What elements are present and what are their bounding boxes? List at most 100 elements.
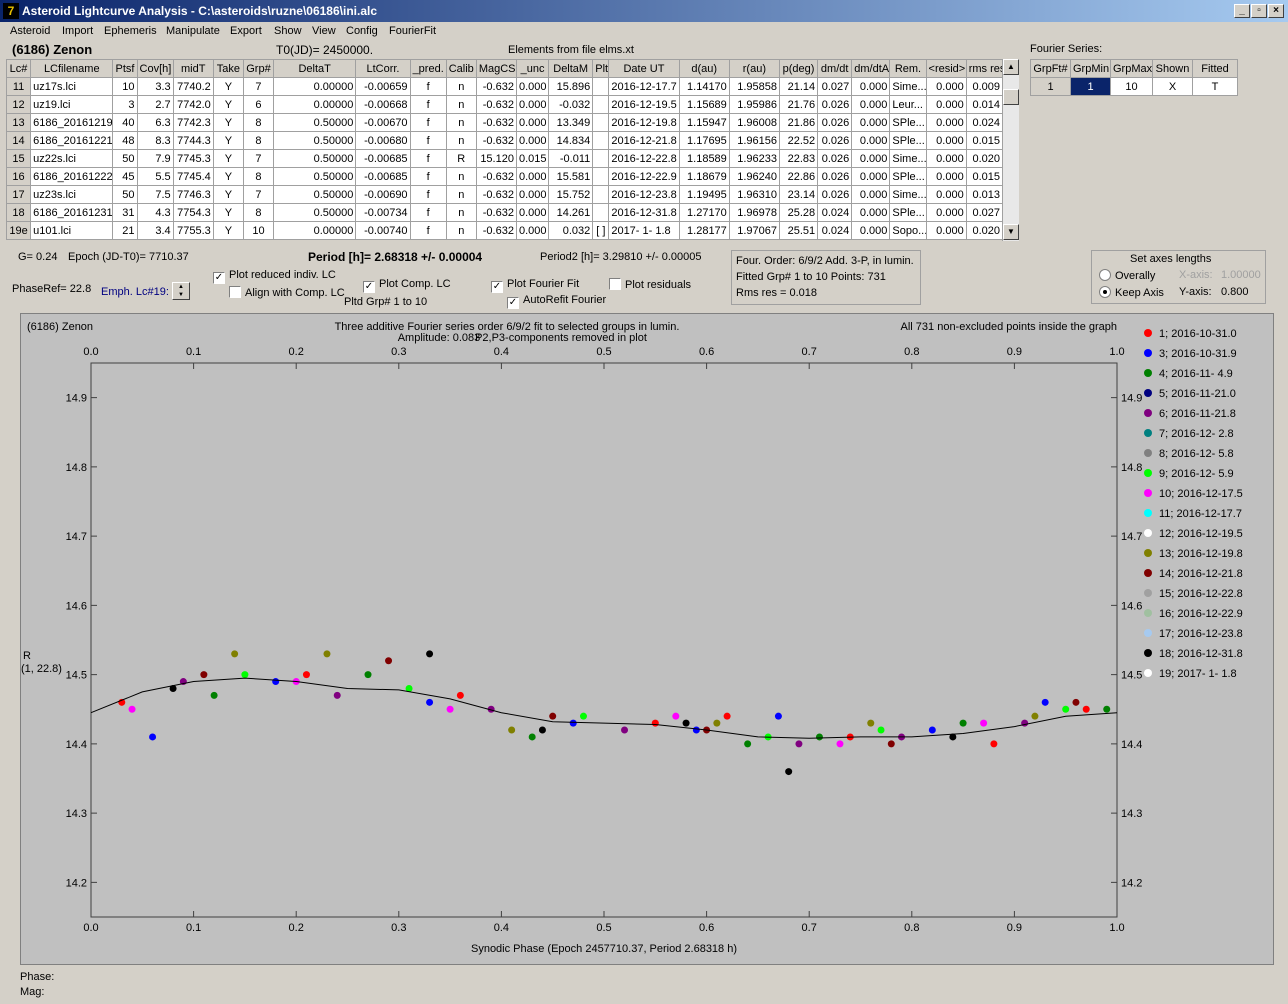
table-cell[interactable]: 0.50000 [273, 131, 357, 150]
table-cell[interactable]: 50 [112, 149, 138, 168]
table-cell[interactable]: uz22s.lci [30, 149, 114, 168]
table-cell[interactable]: 0.00000 [273, 95, 357, 114]
menu-import[interactable]: Import [62, 25, 93, 37]
table-cell[interactable]: 0.026 [817, 167, 853, 186]
lc-col-header[interactable]: d(au) [678, 59, 730, 78]
lc-col-header[interactable]: MagCS [475, 59, 517, 78]
table-cell[interactable]: 12 [5, 95, 32, 114]
table-row[interactable]: 19e u101.lci 21 3.4 7755.3 Y 10 0.00000 -0.00740… [5, 221, 1004, 240]
table-cell[interactable]: 0.50000 [273, 149, 357, 168]
table-cell[interactable]: Leur... [889, 95, 927, 114]
table-cell[interactable]: 1.97067 [728, 221, 780, 240]
table-cell[interactable]: 1.27170 [678, 203, 730, 222]
table-cell[interactable]: -0.00740 [355, 221, 411, 240]
menu-config[interactable]: Config [346, 25, 378, 37]
checkbox-checked-icon[interactable]: ✓ [363, 281, 375, 293]
table-cell[interactable]: uz23s.lci [30, 185, 114, 204]
table-cell[interactable]: Sime... [889, 77, 927, 96]
table-cell[interactable]: -0.632 [475, 203, 517, 222]
table-cell[interactable]: -0.632 [475, 221, 517, 240]
table-cell[interactable]: 2.7 [136, 95, 174, 114]
table-row[interactable]: 18 6186_20161231 31 4.3 7754.3 Y 8 0.50000 -0.00… [5, 203, 1004, 222]
table-cell[interactable] [592, 77, 610, 96]
menu-asteroid[interactable]: Asteroid [10, 25, 50, 37]
table-cell[interactable]: f [409, 77, 447, 96]
table-cell[interactable]: f [409, 149, 447, 168]
lc-col-header[interactable]: LCfilename [30, 59, 114, 78]
table-cell[interactable]: 7.5 [136, 185, 174, 204]
table-cell[interactable]: 8.3 [136, 131, 174, 150]
table-cell[interactable]: Y [212, 95, 244, 114]
table-cell[interactable]: 0.000 [925, 149, 967, 168]
table-row[interactable]: 11 uz17s.lci 10 3.3 7740.2 Y 7 0.00000 -0.00659 f… [5, 77, 1004, 96]
table-cell[interactable]: 0.020 [965, 221, 1004, 240]
table-cell[interactable]: 0.000 [515, 185, 550, 204]
lc-col-header[interactable]: midT [172, 59, 214, 78]
table-cell[interactable]: 16 [5, 167, 32, 186]
table-cell[interactable]: 8 [242, 113, 275, 132]
table-cell[interactable]: 0.000 [851, 95, 891, 114]
table-cell[interactable]: f [409, 185, 447, 204]
scroll-up-icon[interactable]: ▲ [1003, 59, 1019, 75]
table-cell[interactable]: 0.024 [817, 221, 853, 240]
table-cell[interactable]: 0.000 [925, 167, 967, 186]
table-cell[interactable]: uz19.lci [30, 95, 114, 114]
table-cell[interactable]: Sime... [889, 185, 927, 204]
lc-col-header[interactable]: Date UT [608, 59, 680, 78]
table-cell[interactable]: -0.632 [475, 95, 517, 114]
table-cell[interactable]: -0.00659 [355, 77, 411, 96]
table-cell[interactable]: -0.011 [548, 149, 594, 168]
table-cell[interactable]: 0.014 [965, 95, 1004, 114]
table-cell[interactable]: 0.026 [817, 113, 853, 132]
emph-spinner[interactable]: ▲ ▼ [172, 282, 190, 300]
lc-col-header[interactable]: Plt [592, 59, 610, 78]
checkbox-unchecked-icon[interactable] [609, 278, 621, 290]
lc-col-header[interactable]: DeltaT [273, 59, 357, 78]
table-cell[interactable]: 21.14 [778, 77, 819, 96]
table-cell[interactable]: 0.026 [817, 149, 853, 168]
spin-up-icon[interactable]: ▲ [173, 283, 189, 291]
table-cell[interactable]: 1.96978 [728, 203, 780, 222]
checkbox-checked-icon[interactable]: ✓ [213, 272, 225, 284]
fourier-series-table[interactable]: GrpFt# GrpMin GrpMax Shown Fitted 1 1 10… [1030, 59, 1238, 96]
table-cell[interactable]: 0.015 [965, 167, 1004, 186]
table-cell[interactable]: 3.4 [136, 221, 174, 240]
table-cell[interactable]: f [409, 131, 447, 150]
table-cell[interactable]: 7745.3 [172, 149, 214, 168]
table-cell[interactable]: n [445, 77, 477, 96]
table-cell[interactable]: R [445, 149, 477, 168]
table-cell[interactable]: f [409, 221, 447, 240]
table-cell[interactable]: 15 [5, 149, 32, 168]
radio-on-icon[interactable] [1099, 286, 1111, 298]
table-cell[interactable]: f [409, 203, 447, 222]
table-cell[interactable]: 0.000 [925, 185, 967, 204]
scroll-down-icon[interactable]: ▼ [1003, 224, 1019, 240]
checkbox-checked-icon[interactable]: ✓ [507, 297, 519, 309]
table-cell[interactable]: 3 [112, 95, 138, 114]
table-cell[interactable]: 1.95858 [728, 77, 780, 96]
table-cell[interactable]: -0.632 [475, 131, 517, 150]
table-cell[interactable]: 1.96156 [728, 131, 780, 150]
table-cell[interactable]: 0.027 [817, 77, 853, 96]
table-cell[interactable]: SPle... [889, 131, 927, 150]
table-cell[interactable]: Sopo... [889, 221, 927, 240]
table-cell[interactable]: Y [212, 131, 244, 150]
table-cell[interactable]: 1.95986 [728, 95, 780, 114]
lc-col-header[interactable]: r(au) [728, 59, 780, 78]
table-cell[interactable]: 25.51 [778, 221, 819, 240]
table-cell[interactable]: 1.96240 [728, 167, 780, 186]
table-cell[interactable]: f [409, 167, 447, 186]
keep-axis-radio[interactable]: Keep Axis [1099, 286, 1164, 299]
x-axis-value[interactable]: 1.00000 [1221, 269, 1261, 281]
menu-ephemeris[interactable]: Ephemeris [104, 25, 157, 37]
lc-col-header[interactable]: Take [212, 59, 244, 78]
table-cell[interactable]: 0.000 [515, 203, 550, 222]
table-cell[interactable]: n [445, 185, 477, 204]
table-cell[interactable]: -0.00670 [355, 113, 411, 132]
table-cell[interactable]: 6186_20161219 [30, 113, 114, 132]
menu-show[interactable]: Show [274, 25, 302, 37]
table-cell[interactable]: 0.032 [548, 221, 594, 240]
fs-fitted[interactable]: T [1192, 77, 1238, 96]
spin-down-icon[interactable]: ▼ [173, 291, 189, 299]
table-cell[interactable]: 17 [5, 185, 32, 204]
